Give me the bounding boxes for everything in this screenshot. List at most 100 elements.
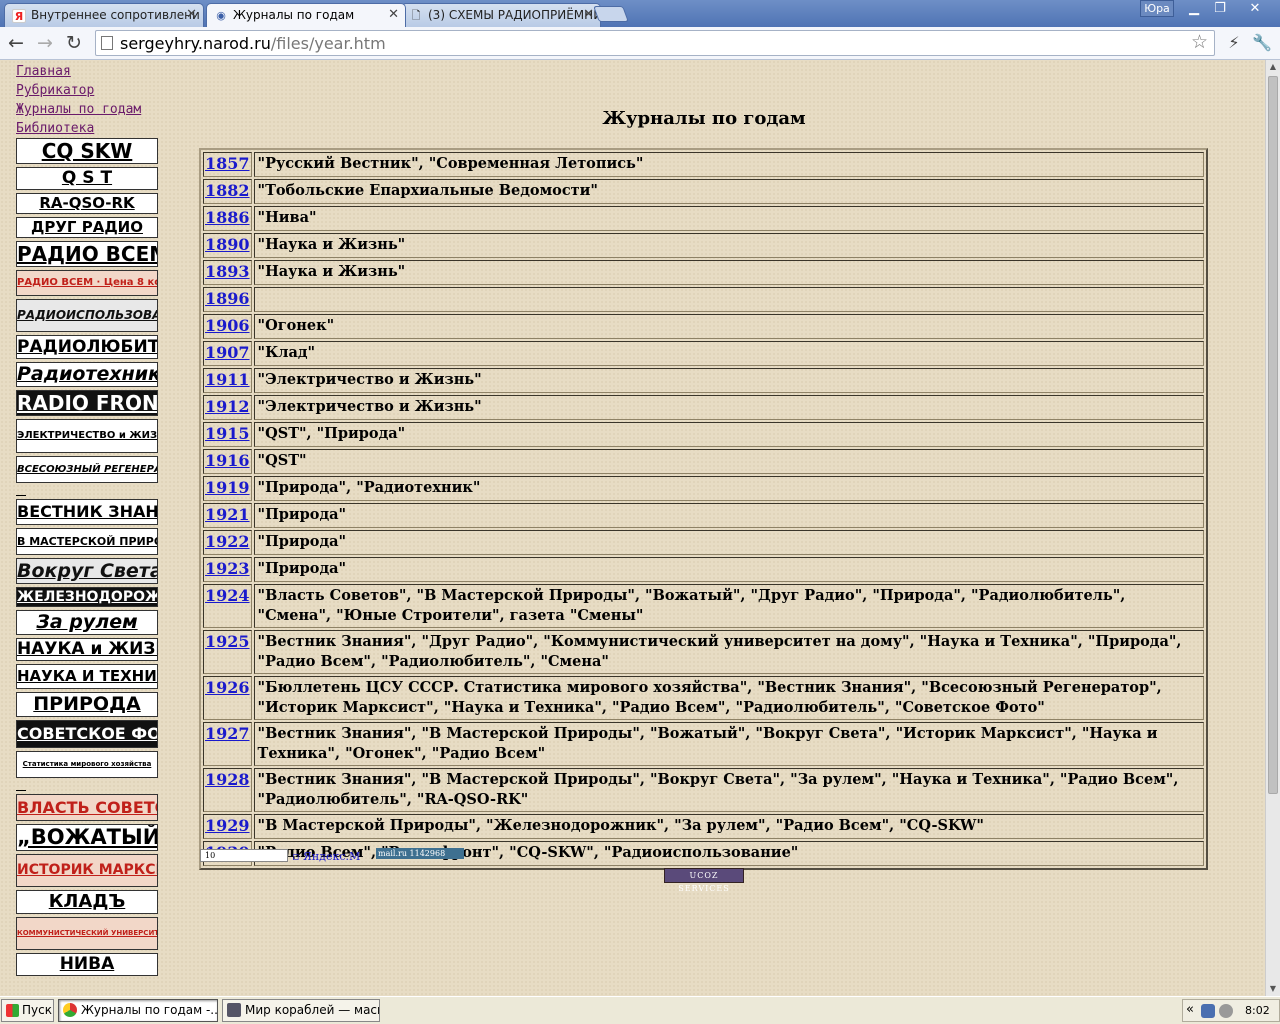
- nav-link-rubricator[interactable]: Рубрикатор: [16, 81, 181, 100]
- year-link[interactable]: 1857: [205, 154, 250, 173]
- start-button[interactable]: Пуск: [1, 999, 54, 1022]
- journal-logo-link[interactable]: RA-QSO-RK: [16, 193, 158, 214]
- table-row: 1896: [203, 287, 1204, 312]
- close-tab-icon[interactable]: ✕: [186, 7, 197, 22]
- journals-cell: "QST", "Природа": [253, 422, 1204, 447]
- journal-logo-link[interactable]: ЭЛЕКТРИЧЕСТВО и ЖИЗНЬ: [16, 419, 158, 453]
- wrench-menu-icon[interactable]: 🔧: [1250, 31, 1274, 55]
- journal-logo-link[interactable]: РАДИОИСПОЛЬЗОВАНИЕ: [16, 299, 158, 332]
- year-link[interactable]: 1916: [205, 451, 250, 470]
- bookmark-star-icon[interactable]: ☆: [1191, 31, 1208, 53]
- journal-logo-link[interactable]: CQ SKW: [16, 138, 158, 164]
- journal-logos: CQ SKW Q S T RA-QSO-RK ДРУГ РАДИО РАДИО ВСЕМ…: [16, 138, 158, 979]
- journals-cell: "Русский Вестник", "Современная Летопись…: [253, 152, 1204, 177]
- year-link[interactable]: 1915: [205, 424, 250, 443]
- year-link[interactable]: 1896: [205, 289, 250, 308]
- tray-expand-icon[interactable]: «: [1186, 1002, 1194, 1017]
- browser-tab-3[interactable]: 🗋 (3) СХЕМЫ РАДИОПРИЁМНИ ✕: [401, 3, 601, 27]
- year-link[interactable]: 1893: [205, 262, 250, 281]
- year-link[interactable]: 1886: [205, 208, 250, 227]
- year-link[interactable]: 1922: [205, 532, 250, 551]
- browser-tab-1[interactable]: Я Внутреннее сопротивлени ✕: [4, 3, 204, 27]
- new-tab-button[interactable]: [593, 6, 629, 22]
- journal-logo-link[interactable]: СОВЕТСКОЕ ФОТО: [16, 720, 158, 748]
- scroll-up-icon[interactable]: ▲: [1266, 60, 1280, 74]
- logo-separator: [16, 495, 26, 496]
- vertical-scrollbar[interactable]: ▲ ▼: [1265, 60, 1280, 996]
- year-link[interactable]: 1921: [205, 505, 250, 524]
- year-link[interactable]: 1924: [205, 586, 250, 605]
- network-icon[interactable]: [1201, 1004, 1215, 1018]
- journal-logo-link[interactable]: НАУКА и ЖИЗНЬ: [16, 638, 158, 661]
- year-link[interactable]: 1911: [205, 370, 250, 389]
- journal-logo-link[interactable]: Q S T: [16, 167, 158, 190]
- journal-logo-link[interactable]: RADIO FRONT: [16, 390, 158, 416]
- year-link[interactable]: 1925: [205, 632, 250, 651]
- scroll-thumb[interactable]: [1268, 76, 1278, 794]
- ucoz-services-badge[interactable]: UCOZ SERVICES: [664, 868, 744, 893]
- journal-logo-link[interactable]: ВЛАСТЬ СОВЕТОВ: [16, 794, 158, 821]
- year-cell: 1925: [203, 630, 252, 674]
- journal-logo-link[interactable]: КОММУНИСТИЧЕСКИЙ УНИВЕРСИТЕТ НА ДОМУ: [16, 917, 158, 950]
- journal-logo-link[interactable]: ПРИРОДА: [16, 692, 158, 717]
- years-table: 1857 "Русский Вестник", "Современная Лето…: [199, 148, 1208, 870]
- year-cell: 1915: [203, 422, 252, 447]
- journal-logo-link[interactable]: Радиотехник: [16, 362, 158, 387]
- reload-icon[interactable]: ↻: [62, 31, 86, 55]
- yandex-counter-image[interactable]: ▫ Яндекс.М: [292, 850, 370, 864]
- taskbar-item-game[interactable]: Мир кораблей — масшт...: [222, 999, 380, 1022]
- year-link[interactable]: 1927: [205, 724, 250, 743]
- journals-cell: "Вестник Знания", "В Мастерской Природы"…: [253, 722, 1204, 766]
- year-link[interactable]: 1882: [205, 181, 250, 200]
- year-cell: 1911: [203, 368, 252, 393]
- year-cell: 1907: [203, 341, 252, 366]
- journal-logo-link[interactable]: За рулем: [16, 610, 158, 635]
- scroll-down-icon[interactable]: ▼: [1266, 982, 1280, 996]
- restore-icon[interactable]: ❐: [1203, 0, 1237, 18]
- journal-logo-link[interactable]: ВЕСТНИК ЗНАНИЯ: [16, 499, 158, 525]
- address-bar[interactable]: sergeyhry.narod.ru/files/year.htm ☆: [95, 30, 1215, 56]
- year-link[interactable]: 1929: [205, 816, 250, 835]
- journal-logo-link[interactable]: В МАСТЕРСКОЙ ПРИРОДЫ: [16, 528, 158, 555]
- journal-logo-link[interactable]: РАДИОЛЮБИТЕЛЬ: [16, 335, 158, 359]
- close-window-icon[interactable]: ✕: [1235, 0, 1275, 18]
- journals-cell: "Природа": [253, 503, 1204, 528]
- journal-logo-link[interactable]: ДРУГ РАДИО: [16, 217, 158, 238]
- user-profile-badge[interactable]: Юра: [1140, 0, 1174, 17]
- nav-link-library[interactable]: Библиотека: [16, 119, 181, 138]
- year-link[interactable]: 1907: [205, 343, 250, 362]
- year-link[interactable]: 1912: [205, 397, 250, 416]
- counter-field[interactable]: 10: [200, 849, 288, 862]
- journal-logo-link[interactable]: НАУКА И ТЕХНИКА: [16, 664, 158, 689]
- browser-tab-2[interactable]: ◉ Журналы по годам ✕: [206, 3, 406, 27]
- year-link[interactable]: 1926: [205, 678, 250, 697]
- journal-logo-link[interactable]: Вокруг Света: [16, 558, 158, 584]
- journal-logo-link[interactable]: ИСТОРИК МАРКСИСТ: [16, 854, 158, 887]
- journal-logo-link[interactable]: Статистика мирового хозяйства: [16, 751, 158, 778]
- volume-icon[interactable]: [1219, 1004, 1233, 1018]
- year-link[interactable]: 1923: [205, 559, 250, 578]
- nav-link-home[interactable]: Главная: [16, 62, 181, 81]
- year-link[interactable]: 1906: [205, 316, 250, 335]
- year-link[interactable]: 1928: [205, 770, 250, 789]
- year-link[interactable]: 1919: [205, 478, 250, 497]
- year-link[interactable]: 1890: [205, 235, 250, 254]
- taskbar-item-chrome[interactable]: Журналы по годам -...: [58, 999, 218, 1022]
- journal-logo-link[interactable]: „ВОЖАТЫЙ“: [16, 824, 158, 851]
- year-cell: 1921: [203, 503, 252, 528]
- journal-logo-link[interactable]: ЖЕЛЕЗНОДОРОЖНИК: [16, 587, 158, 607]
- journal-logo-link[interactable]: РАДИО ВСЕМ: [16, 241, 158, 267]
- close-tab-icon[interactable]: ✕: [388, 7, 399, 22]
- url-path: /files/year.htm: [270, 34, 386, 53]
- journal-logo-link[interactable]: КЛАДЪ: [16, 890, 158, 914]
- journal-logo-link[interactable]: ВСЕСОЮЗНЫЙ РЕГЕНЕРАТОР: [16, 456, 158, 483]
- close-tab-icon[interactable]: ✕: [583, 7, 594, 22]
- journal-logo-link[interactable]: НИВА: [16, 953, 158, 976]
- mail-counter[interactable]: mail.ru 1142968: [376, 848, 464, 859]
- forward-icon[interactable]: →: [33, 31, 57, 55]
- back-icon[interactable]: ←: [4, 31, 28, 55]
- extension-icon[interactable]: ⚡: [1222, 31, 1246, 55]
- nav-link-by-years[interactable]: Журналы по годам: [16, 100, 181, 119]
- year-cell: 1896: [203, 287, 252, 312]
- journal-logo-link[interactable]: РАДИО ВСЕМ · Цена 8 коп: [16, 270, 158, 296]
